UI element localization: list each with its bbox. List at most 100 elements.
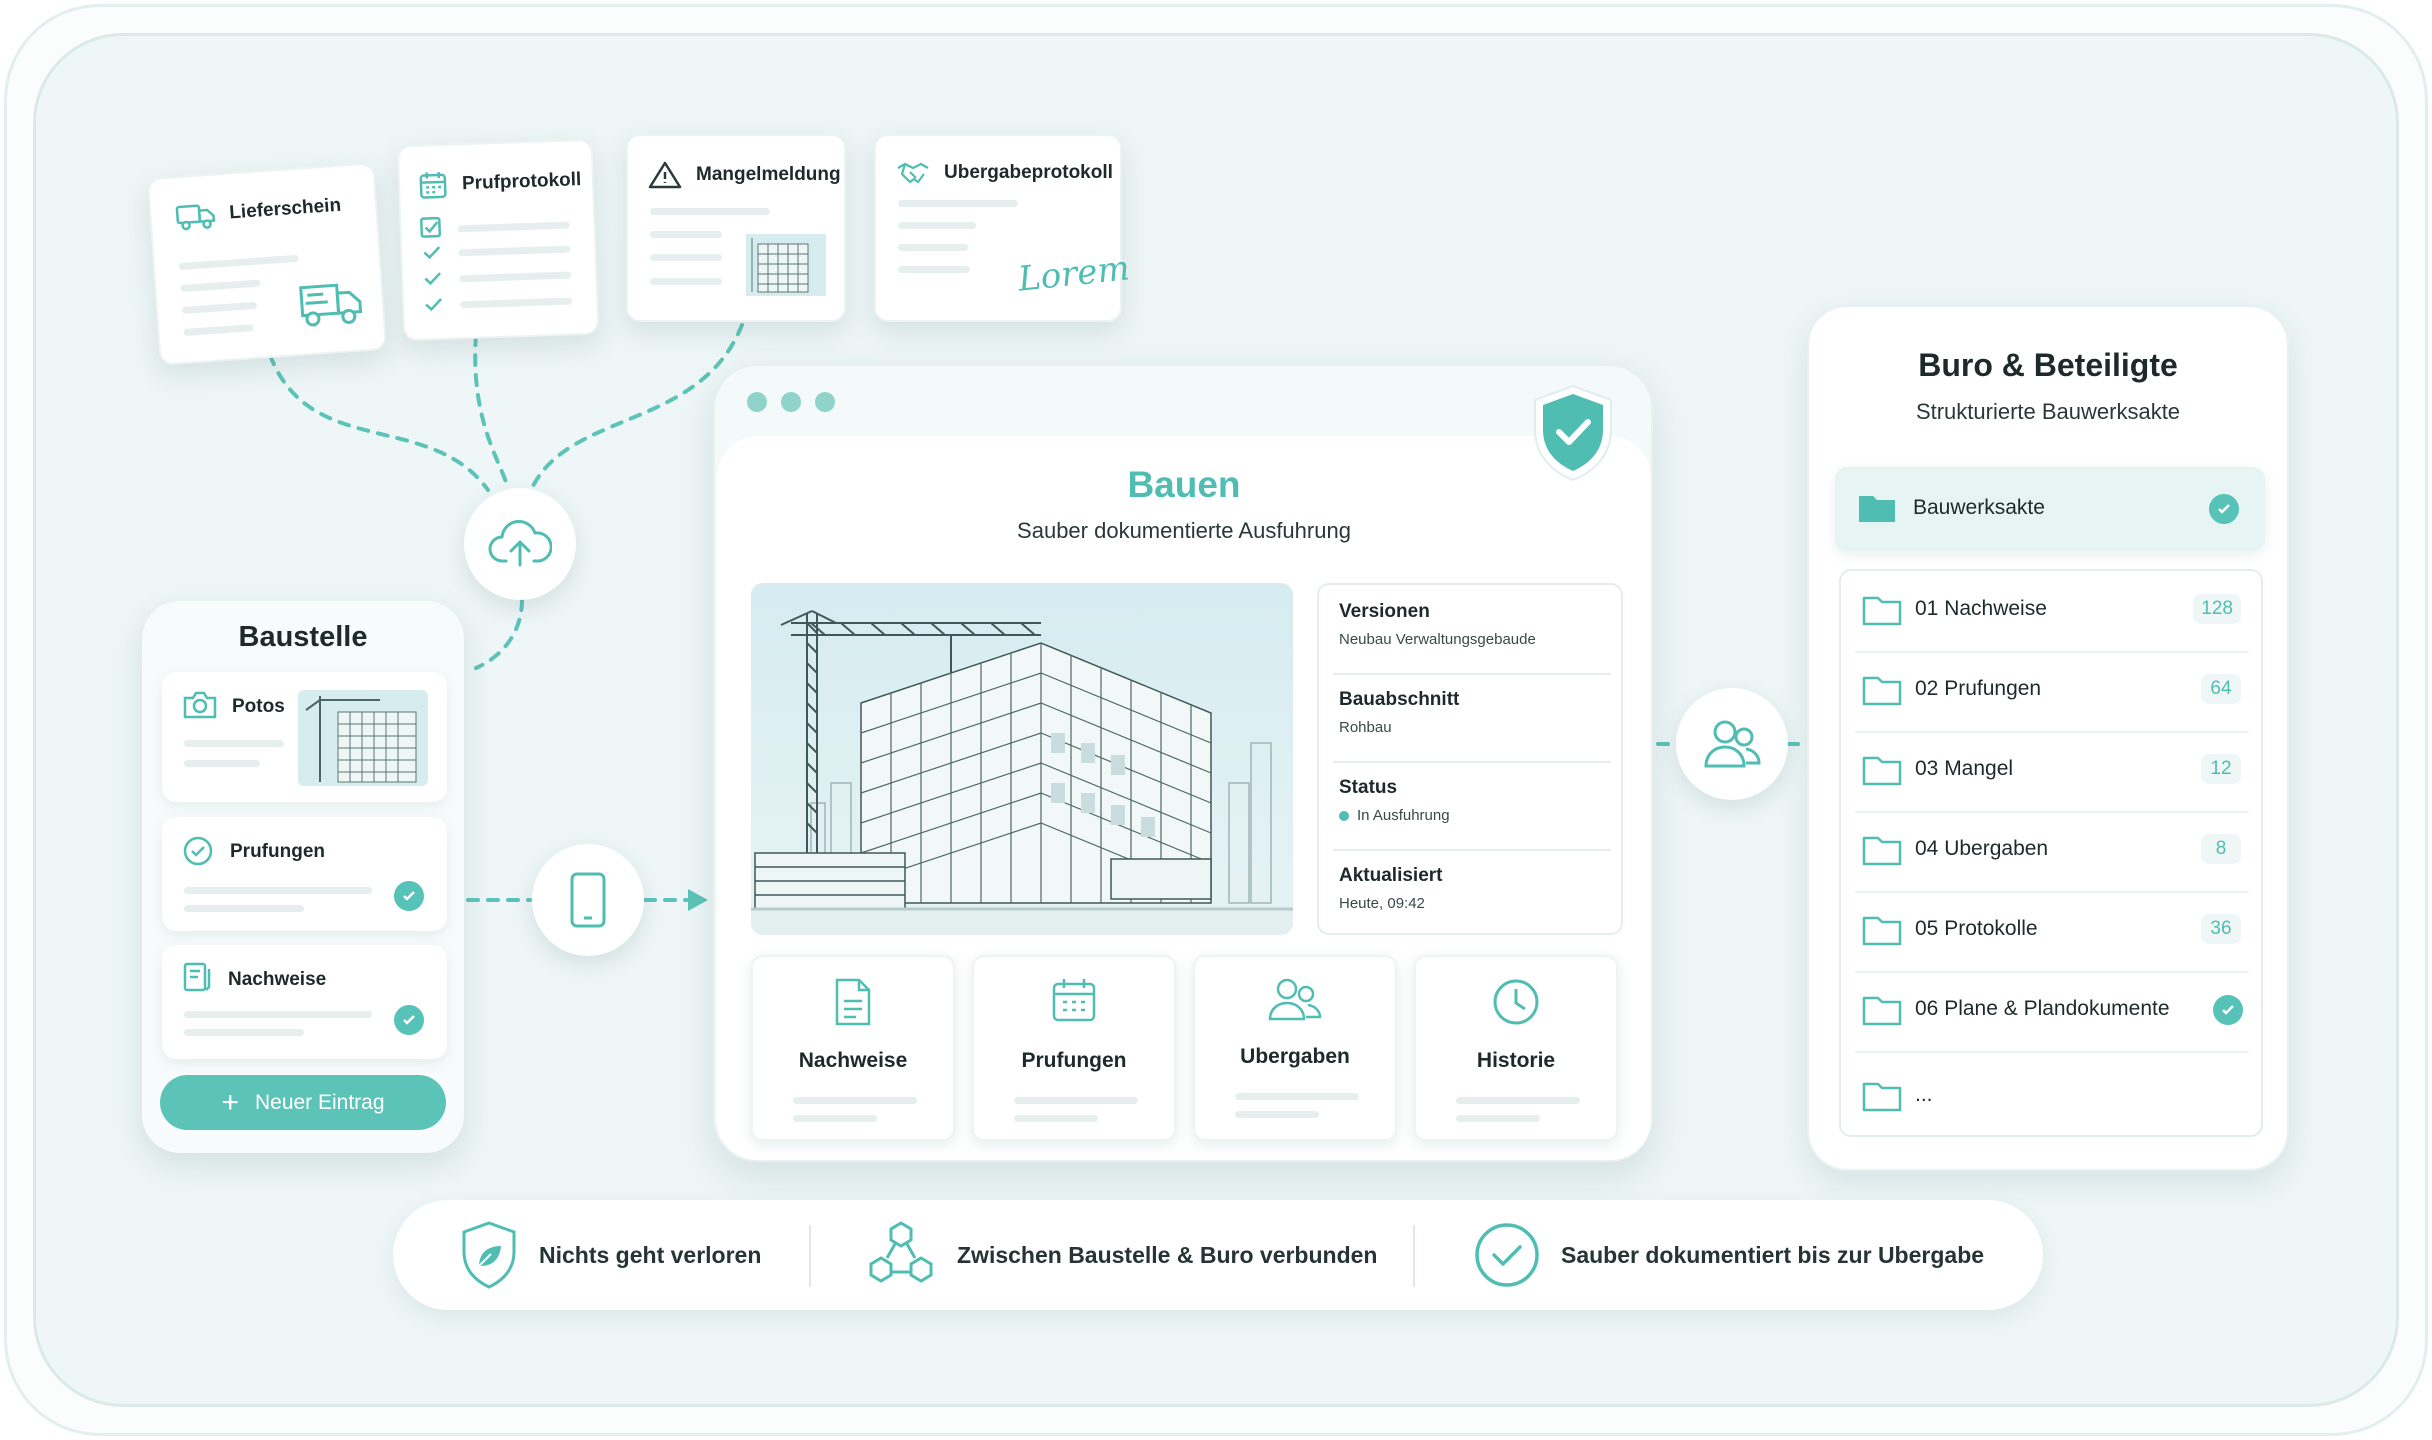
handshake-icon bbox=[897, 162, 929, 184]
plus-icon: + bbox=[221, 1085, 239, 1119]
doc-label: Ubergabeprotokoll bbox=[944, 162, 1113, 183]
smartphone-icon bbox=[570, 872, 606, 928]
baustelle-title: Baustelle bbox=[238, 621, 368, 653]
benefit-label: Sauber dokumentiert bis zur Ubergabe bbox=[1561, 1241, 1985, 1268]
folder-count: 8 bbox=[2201, 834, 2241, 864]
done-check-icon bbox=[394, 1005, 424, 1035]
info-row-aktualisiert: Aktualisiert Heute, 09:42 bbox=[1339, 865, 1605, 912]
clock-icon bbox=[1493, 979, 1539, 1025]
users-icon bbox=[1704, 720, 1761, 768]
buro-panel: Buro & Beteiligte Strukturierte Bauwerks… bbox=[1807, 305, 2289, 1171]
doc-label: Lieferschein bbox=[228, 194, 342, 224]
folder-label: 04 Ubergaben bbox=[1915, 837, 2049, 860]
folder-row[interactable]: 02 Prufungen 64 bbox=[1855, 651, 2249, 731]
main-content: Bauen Sauber dokumentierte Ausfuhrung Ve… bbox=[717, 436, 1651, 1160]
new-entry-label: Neuer Eintrag bbox=[254, 1090, 385, 1114]
network-icon bbox=[869, 1221, 933, 1283]
checklist-icon bbox=[420, 216, 442, 312]
folder-row[interactable]: 05 Protokolle 36 bbox=[1855, 891, 2249, 971]
folder-row[interactable]: 06 Plane & Plandokumente bbox=[1855, 971, 2249, 1051]
warning-icon bbox=[648, 161, 682, 189]
info-row-versionen: Versionen Neubau Verwaltungsgebaude bbox=[1339, 601, 1605, 648]
folder-list: 01 Nachweise 128 02 Prufungen 64 03 Mang… bbox=[1839, 569, 2263, 1137]
tile-label: Historie bbox=[1476, 1049, 1556, 1072]
baustelle-item-prufungen[interactable]: Prufungen bbox=[162, 817, 447, 931]
buro-title: Buro & Beteiligte bbox=[1918, 347, 2178, 383]
users-icon bbox=[1268, 978, 1322, 1021]
folder-label: ... bbox=[1915, 1083, 1933, 1106]
folder-row[interactable]: 01 Nachweise 128 bbox=[1855, 571, 2249, 651]
folder-row[interactable]: ... bbox=[1855, 1057, 2249, 1137]
window-dot bbox=[747, 392, 767, 412]
window-dot bbox=[781, 392, 801, 412]
tile-prufungen[interactable]: Prufungen bbox=[972, 955, 1176, 1141]
doc-label: Prufprotokoll bbox=[461, 169, 582, 195]
doc-card-prufprotokoll[interactable]: Prufprotokoll bbox=[396, 138, 600, 342]
main-title: Bauen bbox=[1127, 464, 1241, 505]
folder-icon bbox=[1862, 916, 1902, 946]
info-row-bauabschnitt: Bauabschnitt Rohbau bbox=[1339, 689, 1605, 736]
folder-icon bbox=[1862, 756, 1902, 786]
check-circle-icon bbox=[1475, 1223, 1539, 1287]
tile-label: Prufungen bbox=[1021, 1049, 1127, 1072]
baustelle-item-label: Potos bbox=[232, 696, 285, 717]
delivery-truck-illustration bbox=[299, 283, 363, 327]
info-value: Neubau Verwaltungsgebaude bbox=[1339, 631, 1536, 648]
done-check-icon bbox=[2209, 494, 2239, 524]
signature: Lorem bbox=[1016, 248, 1132, 300]
benefit-item: Zwischen Baustelle & Buro verbunden bbox=[865, 1220, 1377, 1290]
building-thumbnail bbox=[746, 234, 826, 296]
new-entry-button[interactable]: + Neuer Eintrag bbox=[160, 1075, 446, 1130]
bauwerksakte-label: Bauwerksakte bbox=[1913, 496, 2045, 519]
baustelle-item-label: Prufungen bbox=[230, 841, 325, 862]
doc-card-mangelmeldung[interactable]: Mangelmeldung bbox=[626, 134, 846, 322]
doc-card-ubergabeprotokoll[interactable]: Ubergabeprotokoll Lorem bbox=[874, 134, 1131, 322]
benefit-label: Zwischen Baustelle & Buro verbunden bbox=[957, 1241, 1378, 1268]
folder-count: 12 bbox=[2201, 754, 2241, 784]
window-dot bbox=[815, 392, 835, 412]
tile-ubergaben[interactable]: Ubergaben bbox=[1193, 955, 1397, 1141]
truck-icon bbox=[175, 204, 216, 231]
folder-filled-icon bbox=[1859, 496, 1895, 522]
tile-nachweise[interactable]: Nachweise bbox=[751, 955, 955, 1141]
document-icon bbox=[183, 962, 211, 992]
folder-label: 01 Nachweise bbox=[1915, 597, 2047, 620]
folder-label: 05 Protokolle bbox=[1915, 917, 2038, 940]
upload-node[interactable] bbox=[464, 488, 576, 600]
doc-card-lieferschein[interactable]: Lieferschein bbox=[146, 162, 388, 366]
folder-label: 02 Prufungen bbox=[1915, 677, 2042, 700]
baustelle-item-label: Nachweise bbox=[228, 969, 327, 990]
baustelle-item-photos[interactable]: Potos bbox=[162, 672, 447, 802]
calendar-icon bbox=[419, 171, 447, 199]
participants-node[interactable] bbox=[1676, 688, 1788, 800]
folder-count: 64 bbox=[2201, 674, 2241, 704]
check-circle-icon bbox=[183, 836, 213, 866]
tile-label: Ubergaben bbox=[1240, 1045, 1350, 1068]
mobile-node[interactable] bbox=[532, 844, 644, 956]
folder-count: 36 bbox=[2201, 914, 2241, 944]
camera-icon bbox=[183, 691, 217, 719]
info-key: Aktualisiert bbox=[1339, 865, 1443, 886]
status-dot bbox=[1339, 810, 1349, 821]
info-value: Rohbau bbox=[1339, 719, 1392, 736]
folder-icon bbox=[1862, 1082, 1902, 1112]
bauwerksakte-item[interactable]: Bauwerksakte bbox=[1835, 467, 2265, 551]
main-window: Bauen Sauber dokumentierte Ausfuhrung Ve… bbox=[713, 364, 1653, 1162]
baustelle-item-nachweise[interactable]: Nachweise bbox=[162, 945, 447, 1059]
tile-historie[interactable]: Historie bbox=[1414, 955, 1618, 1141]
construction-photo bbox=[751, 583, 1293, 935]
folder-row[interactable]: 03 Mangel 12 bbox=[1855, 731, 2249, 811]
baustelle-panel: Baustelle Potos Prufungen Nachweise + Ne… bbox=[142, 601, 464, 1153]
info-value: In Ausfuhrung bbox=[1357, 807, 1450, 824]
file-icon bbox=[835, 978, 871, 1026]
info-panel: Versionen Neubau Verwaltungsgebaude Baua… bbox=[1317, 583, 1623, 935]
info-key: Status bbox=[1339, 777, 1398, 798]
calendar-icon bbox=[1052, 979, 1096, 1022]
shield-check-icon bbox=[1534, 384, 1612, 482]
folder-icon bbox=[1862, 996, 1902, 1026]
benefit-label: Nichts geht verloren bbox=[539, 1241, 762, 1268]
construction-illustration bbox=[751, 610, 1293, 935]
folder-label: 06 Plane & Plandokumente bbox=[1915, 997, 2170, 1020]
folder-row[interactable]: 04 Ubergaben 8 bbox=[1855, 811, 2249, 891]
folder-count: 128 bbox=[2193, 594, 2241, 624]
